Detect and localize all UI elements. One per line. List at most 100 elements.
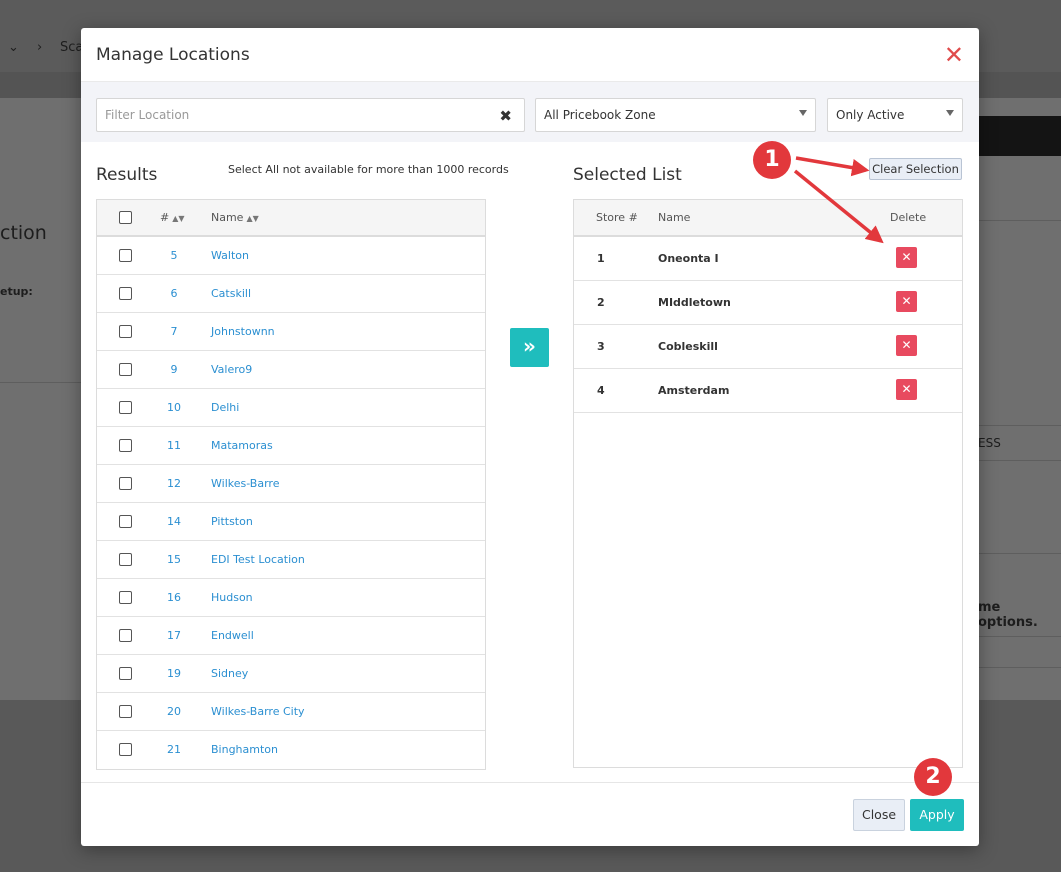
close-button[interactable]: Close [853,799,905,831]
location-number[interactable]: 16 [159,591,189,604]
table-row: 20 Wilkes-Barre City [97,693,485,731]
background-divider [978,460,1061,461]
row-checkbox[interactable] [119,743,132,756]
location-number[interactable]: 9 [159,363,189,376]
table-row: 6 Catskill [97,275,485,313]
footer-divider [81,782,979,783]
store-name: Cobleskill [658,340,718,353]
location-name-link[interactable]: Valero9 [211,363,252,376]
location-name-link[interactable]: Delhi [211,401,239,414]
location-name-link[interactable]: EDI Test Location [211,553,305,566]
store-number: 4 [597,384,605,397]
row-checkbox[interactable] [119,401,132,414]
row-checkbox[interactable] [119,363,132,376]
location-name-link[interactable]: Johnstownn [211,325,275,338]
clear-selection-button[interactable]: Clear Selection [869,158,962,180]
location-name-link[interactable]: Pittston [211,515,253,528]
row-checkbox[interactable] [119,591,132,604]
filter-location-input[interactable] [97,99,487,131]
store-number: 2 [597,296,605,309]
row-checkbox[interactable] [119,249,132,262]
location-name-link[interactable]: Catskill [211,287,251,300]
clear-filter-icon[interactable]: ✖ [499,107,512,125]
table-row: 10 Delhi [97,389,485,427]
table-row: 17 Endwell [97,617,485,655]
location-name-link[interactable]: Hudson [211,591,253,604]
move-to-selected-button[interactable]: » [510,328,549,367]
chevron-down-icon: ⌄ [8,40,19,55]
location-name-link[interactable]: Walton [211,249,249,262]
location-name-link[interactable]: Sidney [211,667,248,680]
location-name-link[interactable]: Binghamton [211,743,278,756]
background-divider [978,553,1061,554]
location-number[interactable]: 11 [159,439,189,452]
location-number[interactable]: 10 [159,401,189,414]
selected-row: 3 Cobleskill ✕ [574,325,962,369]
results-table-header: # ▲▼ Name ▲▼ [97,200,485,237]
modal-header: Manage Locations ✕ [81,28,979,82]
background-section-title: ction [0,222,47,244]
results-title: Results [96,165,158,185]
filter-bar: ✖ All Pricebook Zone Only Active [81,82,979,142]
table-row: 19 Sidney [97,655,485,693]
location-number[interactable]: 15 [159,553,189,566]
close-icon[interactable]: ✕ [944,43,964,67]
select-all-checkbox[interactable] [119,211,132,224]
delete-icon[interactable]: ✕ [896,379,917,400]
location-number[interactable]: 5 [159,249,189,262]
background-divider [978,425,1061,426]
selected-list-table: Store # Name Delete 1 Oneonta I ✕ 2 MIddlet… [573,199,963,768]
location-number[interactable]: 14 [159,515,189,528]
name-column-header[interactable]: Name ▲▼ [211,211,259,224]
delete-icon[interactable]: ✕ [896,335,917,356]
background-right-text: ESS [978,436,1001,450]
background-divider [0,382,81,383]
location-number[interactable]: 6 [159,287,189,300]
table-row: 7 Johnstownn [97,313,485,351]
location-number[interactable]: 12 [159,477,189,490]
row-checkbox[interactable] [119,325,132,338]
location-name-link[interactable]: Wilkes-Barre [211,477,279,490]
row-checkbox[interactable] [119,667,132,680]
background-divider [978,220,1061,221]
number-column-header[interactable]: # ▲▼ [160,211,185,224]
status-select[interactable]: Only Active [827,98,963,132]
row-checkbox[interactable] [119,439,132,452]
location-number[interactable]: 17 [159,629,189,642]
name-column-header: Name [658,211,691,224]
location-name-link[interactable]: Wilkes-Barre City [211,705,305,718]
background-divider [978,636,1061,637]
delete-icon[interactable]: ✕ [896,291,917,312]
row-checkbox[interactable] [119,629,132,642]
pricebook-zone-select[interactable]: All Pricebook Zone [535,98,816,132]
delete-icon[interactable]: ✕ [896,247,917,268]
annotation-badge-1: 1 [753,141,791,179]
row-checkbox[interactable] [119,477,132,490]
row-checkbox[interactable] [119,705,132,718]
row-checkbox[interactable] [119,515,132,528]
sort-icon: ▲▼ [172,214,185,223]
selected-list-title: Selected List [573,165,682,185]
background-divider [978,667,1061,668]
selected-table-header: Store # Name Delete [574,200,962,237]
location-number[interactable]: 19 [159,667,189,680]
store-name: Oneonta I [658,252,719,265]
row-checkbox[interactable] [119,287,132,300]
manage-locations-modal: Manage Locations ✕ ✖ All Pricebook Zone … [81,28,979,846]
apply-button[interactable]: Apply [910,799,964,831]
location-name-link[interactable]: Endwell [211,629,254,642]
row-checkbox[interactable] [119,553,132,566]
table-row: 14 Pittston [97,503,485,541]
annotation-badge-2: 2 [914,758,952,796]
location-number[interactable]: 20 [159,705,189,718]
dropdown-caret-icon [946,110,954,116]
location-number[interactable]: 7 [159,325,189,338]
location-number[interactable]: 21 [159,743,189,756]
store-number: 1 [597,252,605,265]
background-setup-label: etup: [0,285,33,298]
location-name-link[interactable]: Matamoras [211,439,273,452]
status-value: Only Active [836,108,905,122]
delete-column-header: Delete [890,211,927,224]
modal-title: Manage Locations [96,44,250,65]
background-right-text: me options. [978,600,1038,630]
